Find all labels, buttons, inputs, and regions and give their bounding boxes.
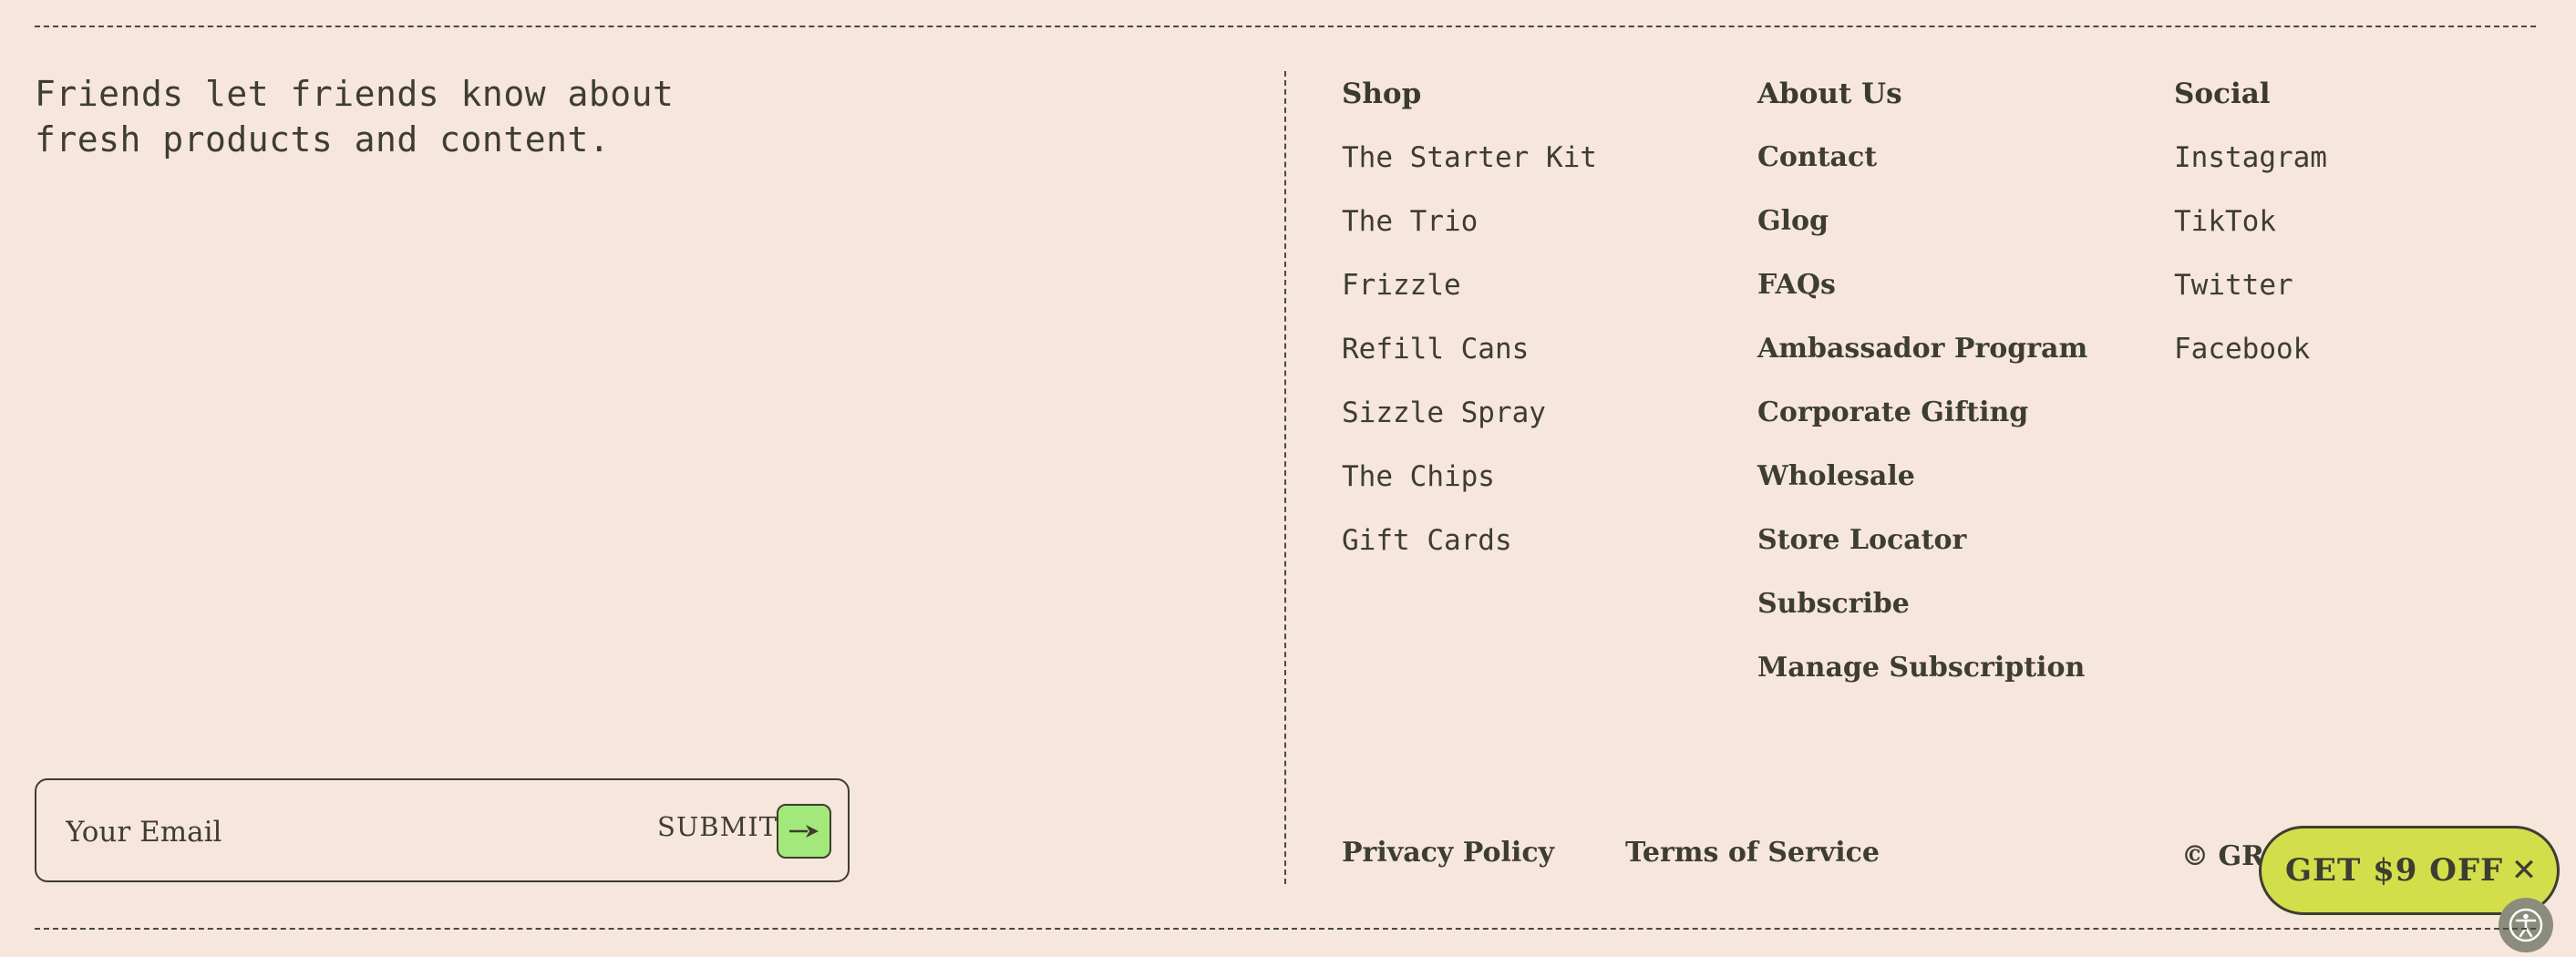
shop-link-refill-cans[interactable]: Refill Cans — [1342, 326, 1597, 372]
social-heading: Social — [2174, 77, 2271, 110]
accessibility-icon — [2509, 908, 2543, 942]
shop-column: Shop The Starter Kit The Trio Frizzle Re… — [1342, 71, 1597, 581]
promo-label[interactable]: GET $9 OFF — [2285, 852, 2503, 889]
about-heading: About Us — [1757, 77, 1902, 110]
social-link-twitter[interactable]: Twitter — [2174, 262, 2327, 308]
shop-heading: Shop — [1342, 77, 1422, 110]
about-link-glog[interactable]: Glog — [1757, 199, 2087, 244]
tagline-line-1: Friends let friends know about — [35, 74, 675, 114]
top-dashed-divider — [35, 26, 2536, 27]
privacy-policy-link[interactable]: Privacy Policy — [1342, 837, 1554, 869]
bottom-dashed-divider — [35, 928, 2536, 930]
about-link-contact[interactable]: Contact — [1757, 135, 2087, 180]
about-link-ambassador[interactable]: Ambassador Program — [1757, 326, 2087, 372]
vertical-dashed-divider — [1284, 71, 1286, 884]
tagline-line-2: fresh products and content. — [35, 119, 611, 160]
about-link-manage-subscription[interactable]: Manage Subscription — [1757, 645, 2087, 691]
shop-link-trio[interactable]: The Trio — [1342, 199, 1597, 244]
accessibility-button[interactable] — [2499, 898, 2553, 952]
shop-link-chips[interactable]: The Chips — [1342, 454, 1597, 499]
about-link-subscribe[interactable]: Subscribe — [1757, 581, 2087, 627]
submit-label[interactable]: SUBMIT — [657, 811, 778, 842]
submit-button[interactable] — [777, 804, 831, 859]
shop-link-frizzle[interactable]: Frizzle — [1342, 262, 1597, 308]
social-column: Social Instagram TikTok Twitter Facebook — [2174, 71, 2327, 390]
social-link-instagram[interactable]: Instagram — [2174, 135, 2327, 180]
shop-link-gift-cards[interactable]: Gift Cards — [1342, 518, 1597, 563]
email-input[interactable] — [64, 806, 614, 859]
close-icon[interactable]: ✕ — [2508, 849, 2540, 892]
about-link-wholesale[interactable]: Wholesale — [1757, 454, 2087, 499]
newsletter-form: SUBMIT — [35, 778, 850, 882]
social-link-tiktok[interactable]: TikTok — [2174, 199, 2327, 244]
terms-of-service-link[interactable]: Terms of Service — [1625, 837, 1880, 869]
social-link-facebook[interactable]: Facebook — [2174, 326, 2327, 372]
about-link-store-locator[interactable]: Store Locator — [1757, 518, 2087, 563]
arrow-right-icon — [789, 825, 819, 838]
newsletter-tagline: Friends let friends know about fresh pro… — [35, 71, 855, 162]
shop-link-sizzle-spray[interactable]: Sizzle Spray — [1342, 390, 1597, 436]
about-link-corporate-gifting[interactable]: Corporate Gifting — [1757, 390, 2087, 436]
about-column: About Us Contact Glog FAQs Ambassador Pr… — [1757, 71, 2087, 709]
about-link-faqs[interactable]: FAQs — [1757, 262, 2087, 308]
shop-link-starter-kit[interactable]: The Starter Kit — [1342, 135, 1597, 180]
